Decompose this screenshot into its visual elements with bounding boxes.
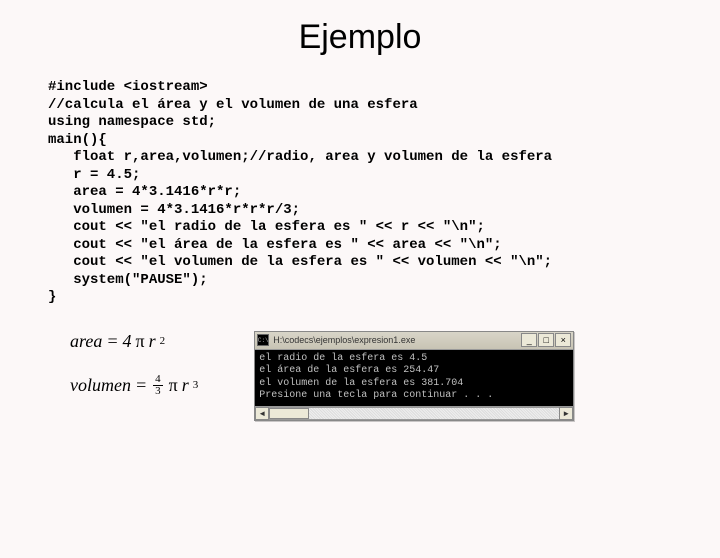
scroll-right-button[interactable]: ► xyxy=(559,407,573,420)
formula-block: area = 4 π r2 volumen = 4 3 π r3 xyxy=(70,331,198,419)
area-lhs: area xyxy=(70,331,102,352)
pi-symbol: π xyxy=(169,375,178,396)
equals: = xyxy=(135,375,147,396)
pi-symbol: π xyxy=(135,331,144,352)
formula-area: area = 4 π r2 xyxy=(70,331,198,352)
area-var: r xyxy=(149,331,156,352)
close-button[interactable]: × xyxy=(555,333,571,347)
scrollbar[interactable]: ◄ ► xyxy=(255,406,573,420)
scroll-track[interactable] xyxy=(269,407,559,420)
fraction: 4 3 xyxy=(153,374,163,397)
equals: = xyxy=(106,331,118,352)
console-output: el radio de la esfera es 4.5 el área de … xyxy=(255,350,573,406)
formula-volume: volumen = 4 3 π r3 xyxy=(70,374,198,397)
minimize-button[interactable]: _ xyxy=(521,333,537,347)
console-window: H:\codecs\ejemplos\expresion1.exe _ □ × … xyxy=(254,331,574,421)
titlebar: H:\codecs\ejemplos\expresion1.exe _ □ × xyxy=(255,332,573,350)
vol-lhs: volumen xyxy=(70,375,131,396)
vol-exp: 3 xyxy=(193,379,199,391)
area-coef: 4 xyxy=(122,331,131,352)
vol-var: r xyxy=(182,375,189,396)
code-listing: #include <iostream> //calcula el área y … xyxy=(48,79,720,307)
frac-den: 3 xyxy=(153,386,163,397)
bottom-row: area = 4 π r2 volumen = 4 3 π r3 H:\code… xyxy=(0,331,720,421)
scroll-left-button[interactable]: ◄ xyxy=(255,407,269,420)
slide-title: Ejemplo xyxy=(0,18,720,57)
frac-num: 4 xyxy=(153,374,163,386)
maximize-button[interactable]: □ xyxy=(538,333,554,347)
titlebar-text: H:\codecs\ejemplos\expresion1.exe xyxy=(273,335,517,345)
scroll-thumb[interactable] xyxy=(269,408,309,419)
console-icon xyxy=(257,334,269,346)
window-buttons: _ □ × xyxy=(521,333,571,347)
area-exp: 2 xyxy=(160,335,166,347)
